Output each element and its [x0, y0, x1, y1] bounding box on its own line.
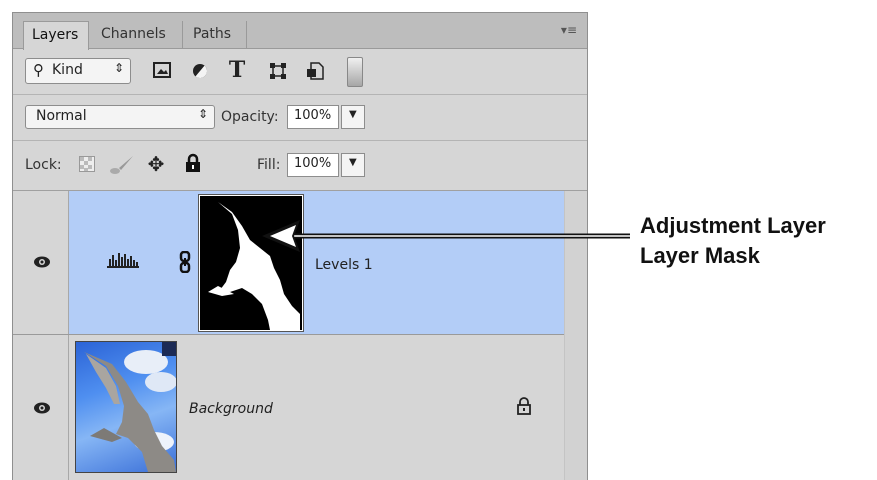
layer-row-background[interactable]: Background: [13, 335, 587, 480]
blend-mode-value: Normal: [36, 108, 87, 124]
filter-row: ⚲ Kind ⇕ T: [13, 49, 587, 95]
blend-mode-select[interactable]: Normal ⇕: [25, 105, 215, 129]
sculpture-photo: [84, 342, 176, 472]
fill-value: 100%: [294, 156, 332, 171]
mask-link-icon[interactable]: [179, 251, 191, 273]
annotation-label-line2: Layer Mask: [640, 243, 760, 268]
fill-input[interactable]: 100%: [287, 153, 339, 177]
lock-label: Lock:: [25, 157, 62, 173]
blend-row: Normal ⇕ Opacity: 100% ▼: [13, 95, 587, 141]
annotation-arrow: [262, 220, 630, 252]
layer-locked-icon: [517, 397, 531, 415]
image-filter-icon[interactable]: [151, 62, 173, 83]
smart-object-filter-icon[interactable]: [304, 62, 326, 85]
updown-icon: ⇕: [198, 107, 209, 121]
layer-row-levels[interactable]: Levels 1: [13, 191, 587, 335]
levels-adjustment-icon: [107, 253, 139, 268]
fill-label: Fill:: [257, 157, 281, 173]
lock-all-icon[interactable]: [183, 153, 203, 178]
visibility-toggle[interactable]: [13, 335, 69, 480]
type-filter-icon[interactable]: T: [226, 59, 248, 81]
tab-bar: Layers Channels Paths ▾≡: [13, 13, 587, 50]
lock-row: Lock: ✥ Fill: 100% ▼: [13, 141, 587, 191]
lock-image-pixels-brush-icon[interactable]: [109, 155, 135, 180]
fill-dropdown-button[interactable]: ▼: [341, 153, 365, 177]
adjustment-filter-icon[interactable]: [189, 62, 211, 85]
eye-icon: [34, 402, 50, 414]
eye-icon: [34, 256, 50, 268]
opacity-value: 100%: [294, 108, 332, 123]
opacity-label: Opacity:: [221, 109, 279, 125]
filter-toggle-switch[interactable]: [347, 57, 363, 87]
tab-paths[interactable]: Paths: [185, 21, 247, 49]
annotation-label-line1: Adjustment Layer: [640, 213, 826, 238]
caret-down-icon: ▼: [349, 157, 357, 168]
lock-position-move-icon[interactable]: ✥: [145, 154, 167, 174]
visibility-toggle[interactable]: [13, 191, 69, 334]
panel-menu-icon[interactable]: ▾≡: [561, 23, 577, 37]
tab-channels[interactable]: Channels: [93, 21, 183, 49]
search-icon: ⚲: [33, 61, 44, 79]
kind-label: Kind: [52, 62, 83, 78]
shape-filter-icon[interactable]: [267, 62, 289, 85]
opacity-dropdown-button[interactable]: ▼: [341, 105, 365, 129]
layer-name-background: Background: [189, 401, 273, 417]
kind-filter-select[interactable]: ⚲ Kind ⇕: [25, 58, 131, 84]
caret-down-icon: ▼: [349, 109, 357, 120]
background-image-thumbnail[interactable]: [75, 341, 177, 473]
lock-transparent-pixels-icon[interactable]: [77, 156, 97, 177]
tab-layers[interactable]: Layers: [23, 21, 89, 50]
updown-icon: ⇕: [114, 61, 125, 75]
layer-name-levels: Levels 1: [315, 257, 373, 273]
opacity-input[interactable]: 100%: [287, 105, 339, 129]
